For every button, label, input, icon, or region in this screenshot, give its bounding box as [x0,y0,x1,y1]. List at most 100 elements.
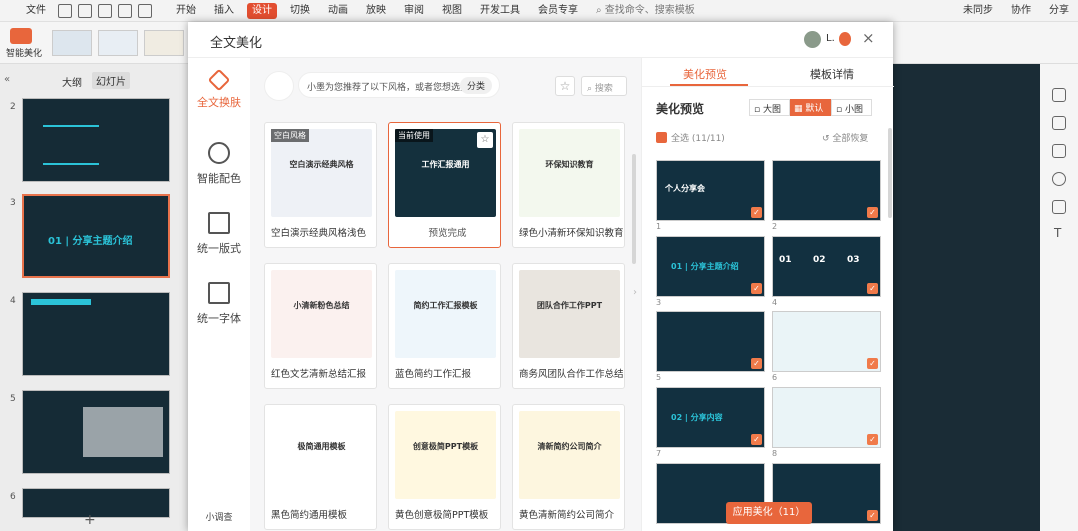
template-label: 黄色创意极简PPT模板 [395,510,489,521]
help-icon[interactable] [1052,172,1066,186]
menu-dev-tools[interactable]: 开发工具 [471,0,529,22]
favorite-icon[interactable]: ☆ [477,132,493,148]
template-tag: 空白风格 [271,129,309,142]
smart-beautify-button[interactable]: 智能美化 [6,46,42,59]
save-icon[interactable] [58,3,72,18]
ribbon-theme-thumb[interactable] [144,30,184,56]
tool-icon[interactable] [1052,144,1066,158]
preview-slide[interactable]: ✓ [656,311,765,372]
slide-thumb-selected[interactable]: 01 | 分享主题介绍 [22,194,170,278]
restore-all-button[interactable]: ↺ 全部恢复 [822,131,868,144]
tab-outline[interactable]: 大纲 [62,74,82,89]
add-slide-icon[interactable]: + [84,512,96,528]
template-card[interactable]: 极简通用模板 黑色简约通用模板 [264,404,377,530]
redo-icon[interactable] [138,3,152,18]
search-input[interactable]: ⌕ 搜索 [581,76,627,96]
menu-review[interactable]: 审阅 [395,0,433,22]
preview-slide-number: 8 [772,449,778,458]
tool-icon[interactable] [1052,88,1066,102]
expand-arrow-icon[interactable]: › [633,287,637,298]
undo-icon[interactable] [118,3,132,18]
view-small[interactable]: ▫ 小图 [831,99,872,116]
nav-survey[interactable]: 小调查 [188,510,250,523]
right-toolbar: T [1040,64,1078,531]
preview-slide-text: 02 | 分享内容 [671,413,723,422]
template-label: 蓝色简约工作汇报 [395,369,472,380]
template-card[interactable]: 小清新粉色总结 红色文艺清新总结汇报 [264,263,377,389]
template-thumbnail: 极简通用模板 [271,411,372,499]
slide-checkbox[interactable]: ✓ [751,434,762,445]
tab-preview[interactable]: 美化预览 [683,66,727,82]
scrollbar[interactable] [632,154,636,264]
slide-thumb[interactable] [22,488,170,518]
select-all-checkbox[interactable] [656,132,667,143]
menu-view[interactable]: 视图 [433,0,471,22]
share-button[interactable]: 分享 [1040,0,1078,22]
template-card[interactable]: 工作汇报通用 当前使用 ☆ 预览完成 [388,122,501,248]
slide-checkbox[interactable]: ✓ [867,510,878,521]
preview-slide[interactable]: ✓ 01 02 03 [772,236,881,297]
slide-checkbox[interactable]: ✓ [751,358,762,369]
preview-slide[interactable]: ✓ [772,160,881,221]
slide-checkbox[interactable]: ✓ [867,358,878,369]
export-icon[interactable] [98,3,112,18]
preview-slide-text: 01 [779,255,792,265]
text-icon[interactable]: T [1054,226,1061,240]
template-title: 空白演示经典风格 [289,160,354,169]
collapse-icon[interactable]: « [4,74,10,85]
template-thumbnail: 清新简约公司简介 [519,411,620,499]
preview-slide[interactable]: ✓ [772,387,881,448]
category-button[interactable]: 分类 [460,77,493,94]
ribbon-theme-thumb[interactable] [98,30,138,56]
nav-smart-color[interactable]: 智能配色 [188,142,250,186]
preview-slide[interactable]: ✓ 个人分享会 [656,160,765,221]
close-icon[interactable]: × [862,29,875,47]
slide-checkbox[interactable]: ✓ [751,283,762,294]
command-search[interactable]: ⌕ 查找命令、搜索模板 [587,0,704,22]
print-icon[interactable] [78,3,92,18]
menu-file[interactable]: 文件 [0,0,55,22]
slide-checkbox[interactable]: ✓ [867,283,878,294]
nav-reskin[interactable]: 全文换肤 [188,68,250,110]
view-large[interactable]: ▫ 大图 [749,99,790,116]
preview-slide[interactable]: ✓ [772,311,881,372]
collab-button[interactable]: 协作 [1002,0,1040,22]
sync-status[interactable]: 未同步 [954,0,1002,22]
scrollbar[interactable] [888,128,892,218]
template-tag: 当前使用 [395,129,433,142]
menu-home[interactable]: 开始 [167,0,205,22]
slide-checkbox[interactable]: ✓ [867,434,878,445]
slide-thumb[interactable] [22,390,170,474]
preview-slide-text: 个人分享会 [665,184,705,193]
template-card[interactable]: 创意极简PPT模板 黄色创意极简PPT模板 [388,404,501,530]
preview-slide[interactable]: ✓ 02 | 分享内容 [656,387,765,448]
favorite-icon[interactable]: ☆ [555,76,575,96]
view-default[interactable]: ▦ 默认 [790,99,831,116]
dialog-nav: 全文换肤 智能配色 统一版式 统一字体 小调查 [188,58,250,531]
tool-icon[interactable] [1052,200,1066,214]
menu-transition[interactable]: 切换 [281,0,319,22]
apply-button[interactable]: 应用美化（11） [726,502,812,524]
menu-animation[interactable]: 动画 [319,0,357,22]
tab-slides[interactable]: 幻灯片 [92,72,130,89]
nav-unify-layout[interactable]: 统一版式 [188,212,250,256]
menu-design[interactable]: 设计 [247,2,277,19]
preview-slide[interactable]: ✓ 01 | 分享主题介绍 [656,236,765,297]
template-card[interactable]: 空白演示经典风格 空白风格 空白演示经典风格浅色 [264,122,377,248]
menu-insert[interactable]: 插入 [205,0,243,22]
ribbon-theme-thumb[interactable] [52,30,92,56]
slide-checkbox[interactable]: ✓ [751,207,762,218]
tool-icon[interactable] [1052,116,1066,130]
slide-thumb[interactable] [22,98,170,182]
nav-unify-font[interactable]: 统一字体 [188,282,250,326]
slide-checkbox[interactable]: ✓ [867,207,878,218]
slide-thumb[interactable] [22,292,170,376]
template-card[interactable]: 环保知识教育 绿色小清新环保知识教育 [512,122,625,248]
template-card[interactable]: 简约工作汇报模板 蓝色简约工作汇报 [388,263,501,389]
avatar[interactable] [804,31,821,48]
template-card[interactable]: 团队合作工作PPT 商务风团队合作工作总结... [512,263,625,389]
menu-slideshow[interactable]: 放映 [357,0,395,22]
tab-detail[interactable]: 模板详情 [810,66,854,82]
menu-member[interactable]: 会员专享 [529,0,587,22]
template-card[interactable]: 清新简约公司简介 黄色清新简约公司简介 [512,404,625,530]
